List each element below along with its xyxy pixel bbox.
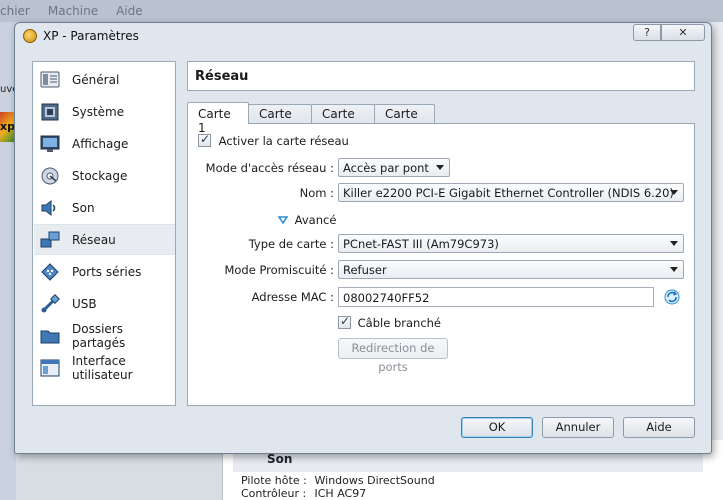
help-button[interactable]: Aide [623, 417, 695, 438]
promiscuous-mode-select[interactable]: Refuser [338, 260, 684, 279]
cancel-button[interactable]: Annuler [542, 417, 614, 438]
tab-adapter-1[interactable]: Carte 1 [187, 102, 249, 135]
chevron-down-icon [436, 165, 444, 170]
settings-dialog: XP - Paramètres ? ✕ Général Système Affi… [14, 22, 712, 454]
sidebar-item-system[interactable]: Système [34, 96, 175, 127]
cable-connected-row: Câble branché [338, 314, 442, 330]
sidebar-item-label: Système [72, 104, 125, 119]
dialog-title: XP - Paramètres [43, 29, 139, 43]
page-title: Réseau [187, 61, 695, 91]
background-right-edge [711, 22, 723, 500]
name-label: Nom : [299, 186, 334, 200]
system-icon [40, 102, 60, 122]
promiscuous-mode-value: Refuser [343, 263, 387, 277]
usb-icon [40, 293, 60, 314]
attached-to-value: Accès par pont [343, 161, 429, 175]
sidebar-item-serial-ports[interactable]: Ports séries [34, 256, 175, 287]
refresh-mac-icon[interactable] [664, 289, 680, 308]
cable-connected-checkbox[interactable] [338, 314, 351, 329]
serial-port-icon [40, 262, 60, 282]
advanced-label: Avancé [294, 212, 337, 227]
menu-item-help[interactable]: Aide [116, 4, 143, 18]
dialog-titlebar[interactable]: XP - Paramètres ? ✕ [15, 23, 711, 49]
chevron-down-icon [670, 267, 678, 272]
sidebar-item-label: Son [72, 200, 95, 215]
sidebar-item-label: Général [72, 72, 120, 87]
tab-adapter-3[interactable]: Carte 3 [311, 104, 375, 135]
user-interface-icon [40, 358, 60, 378]
menu-item-file[interactable]: chier [0, 4, 30, 18]
details-value: ICH AC97 [314, 487, 367, 500]
details-row: Pilote hôte : Windows DirectSound [241, 474, 435, 487]
sidebar-item-label: Ports séries [72, 264, 142, 279]
dialog-client: Général Système Affichage Stockage Son R… [23, 49, 704, 447]
adapter-panel: Activer la carte réseau Mode d'accès rés… [187, 123, 695, 406]
ok-button[interactable]: OK [461, 417, 533, 438]
name-value: Killer e2200 PCI-E Gigabit Ethernet Cont… [343, 186, 674, 200]
sidebar-item-label: Interface utilisateur [72, 353, 133, 382]
chevron-down-icon [670, 241, 678, 246]
virtualbox-icon [23, 29, 37, 43]
sidebar-item-label: Dossiers partagés [72, 321, 126, 350]
general-icon [40, 70, 60, 90]
sidebar-item-label: Affichage [72, 136, 129, 151]
expand-triangle-icon [277, 215, 289, 224]
sidebar-item-label: Stockage [72, 168, 128, 183]
adapter-type-label: Type de carte : [248, 237, 334, 251]
storage-icon [40, 166, 60, 186]
attached-to-select[interactable]: Accès par pont [338, 158, 450, 177]
enable-adapter-row: Activer la carte réseau [198, 132, 349, 148]
promiscuous-mode-label: Mode Promiscuité : [224, 263, 334, 277]
mac-address-label: Adresse MAC : [251, 290, 334, 304]
name-select[interactable]: Killer e2200 PCI-E Gigabit Ethernet Cont… [338, 183, 684, 202]
sidebar-item-storage[interactable]: Stockage [34, 160, 175, 191]
menu-item-machine[interactable]: Machine [48, 4, 98, 18]
port-forwarding-button[interactable]: Redirection de ports [338, 338, 448, 374]
sidebar-item-label: Réseau [72, 232, 116, 247]
display-icon [40, 134, 60, 154]
cable-connected-label: Câble branché [357, 315, 442, 330]
adapter-tabs: Carte 1 Carte 2 Carte 3 Carte 4 [187, 102, 435, 135]
mac-address-field[interactable]: 08002740FF52 [338, 287, 654, 307]
adapter-type-value: PCnet-FAST III (Am79C973) [343, 237, 499, 251]
chevron-down-icon [670, 190, 678, 195]
sidebar-item-shared-folders[interactable]: Dossiers partagés [34, 320, 175, 351]
details-value: Windows DirectSound [314, 474, 435, 487]
network-icon [40, 230, 60, 250]
details-key: Pilote hôte : [241, 474, 307, 487]
sidebar-item-usb[interactable]: USB [34, 288, 175, 319]
tab-adapter-2[interactable]: Carte 2 [248, 104, 312, 135]
details-key: Contrôleur : [241, 487, 307, 500]
sidebar-item-display[interactable]: Affichage [34, 128, 175, 159]
sidebar-item-audio[interactable]: Son [34, 192, 175, 223]
background-menubar: chier Machine Aide [0, 0, 723, 22]
tab-adapter-4[interactable]: Carte 4 [374, 104, 435, 135]
advanced-toggle[interactable]: Avancé [277, 212, 337, 227]
adapter-type-select[interactable]: PCnet-FAST III (Am79C973) [338, 234, 684, 253]
sidebar-item-label: USB [72, 296, 97, 311]
settings-sidebar: Général Système Affichage Stockage Son R… [32, 61, 176, 406]
sidebar-item-network[interactable]: Réseau [34, 224, 175, 255]
sidebar-item-user-interface[interactable]: Interface utilisateur [34, 352, 175, 383]
title-help-button[interactable]: ? [633, 24, 661, 41]
audio-icon [40, 198, 60, 218]
shared-folder-icon [40, 326, 60, 346]
title-close-button[interactable]: ✕ [661, 24, 705, 41]
attached-to-label: Mode d'accès réseau : [205, 161, 334, 175]
enable-adapter-label: Activer la carte réseau [218, 133, 349, 148]
enable-adapter-checkbox[interactable] [198, 132, 211, 147]
sidebar-item-general[interactable]: Général [34, 64, 175, 95]
details-row: Contrôleur : ICH AC97 [241, 487, 366, 500]
